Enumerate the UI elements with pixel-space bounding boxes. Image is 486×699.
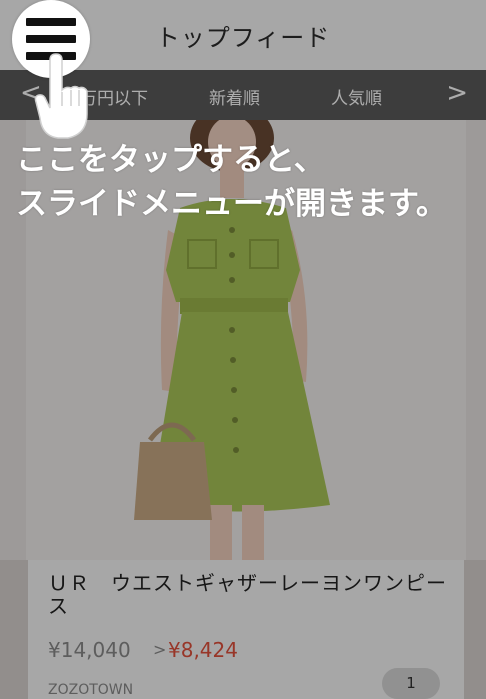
tutorial-text-line1: ここをタップすると、: [16, 142, 325, 178]
hamburger-bar-middle: [26, 35, 76, 43]
hamburger-menu-icon: [26, 18, 76, 26]
tutorial-text-line2: スライドメニューが開きます。: [16, 186, 447, 222]
pointing-hand-icon: [34, 53, 88, 139]
